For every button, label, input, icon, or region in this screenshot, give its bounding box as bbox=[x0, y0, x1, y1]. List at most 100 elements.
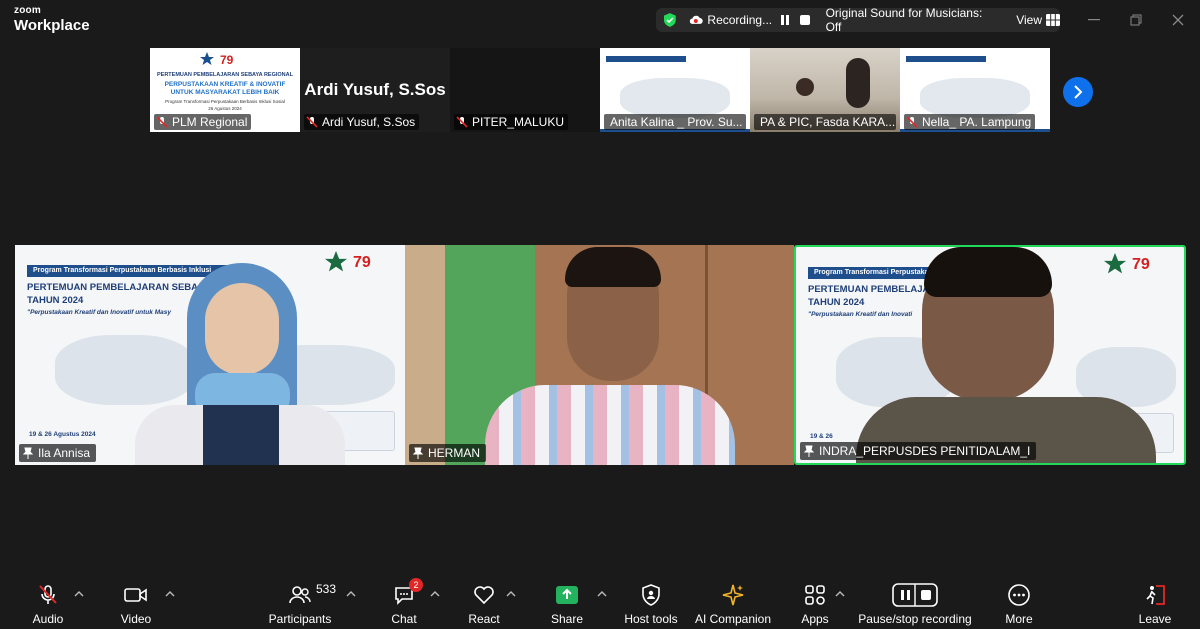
strip-tile-ardi-yusuf[interactable]: Ardi Yusuf, S.Sos Ardi Yusuf, S.Sos bbox=[300, 48, 450, 132]
participant-name-tag: Anita Kalina _ Prov. Su... bbox=[604, 114, 746, 130]
pause-stop-recording-label: Pause/stop recording bbox=[858, 612, 972, 626]
app-brand: zoom Workplace bbox=[14, 5, 90, 34]
pause-stop-recording-button[interactable]: Pause/stop recording bbox=[850, 582, 980, 626]
participants-options-chevron-icon[interactable] bbox=[346, 590, 356, 598]
pin-icon bbox=[413, 447, 423, 459]
leave-label: Leave bbox=[1138, 612, 1172, 626]
person-hair bbox=[924, 247, 1052, 297]
react-button[interactable]: React bbox=[439, 582, 529, 626]
participant-name: Ila Annisa bbox=[38, 446, 91, 460]
zoom-window: zoom Workplace Recording... Original Sou… bbox=[0, 0, 1200, 629]
star-logo-icon bbox=[1104, 253, 1126, 274]
video-button[interactable]: Video bbox=[91, 582, 181, 626]
participant-name: HERMAN bbox=[428, 446, 481, 460]
slide-preview-map bbox=[620, 78, 730, 118]
pin-icon bbox=[804, 445, 814, 457]
participant-name-tag: HERMAN bbox=[409, 444, 487, 462]
person-shirt bbox=[203, 405, 279, 465]
star-logo-icon bbox=[325, 251, 347, 272]
host-tools-label: Host tools bbox=[624, 612, 678, 626]
leave-button[interactable]: Leave bbox=[1110, 582, 1200, 626]
strip-tile-piter-maluku[interactable]: PITER_MALUKU bbox=[450, 48, 600, 132]
next-page-arrow-icon[interactable] bbox=[1063, 77, 1093, 107]
participant-name: Anita Kalina _ Prov. Su... bbox=[610, 115, 743, 129]
slide-subtitle: "Perpustakaan Kreatif dan Inovatif untuk… bbox=[27, 309, 171, 316]
participant-name: PLM Regional bbox=[172, 115, 248, 129]
video-tile-indra-active-speaker[interactable]: Program Transformasi Perpustaka PERTEMUA… bbox=[794, 245, 1186, 465]
slide-date: 19 & 26 Agustus 2024 bbox=[29, 431, 96, 438]
apps-icon bbox=[805, 585, 825, 605]
restore-icon[interactable] bbox=[1126, 10, 1146, 30]
muted-mic-icon bbox=[906, 116, 918, 128]
chat-unread-badge: 2 bbox=[409, 578, 423, 592]
slide-title-line-2: TAHUN 2024 bbox=[808, 297, 865, 308]
participant-name-tag: Ardi Yusuf, S.Sos bbox=[304, 114, 420, 130]
audio-button[interactable]: Audio bbox=[3, 582, 93, 626]
react-options-chevron-icon[interactable] bbox=[506, 590, 516, 598]
chat-button[interactable]: 2 Chat bbox=[359, 578, 449, 626]
pause-stop-recording-icon bbox=[892, 583, 938, 607]
slide-date: 19 & 26 bbox=[810, 433, 833, 440]
apps-button[interactable]: Apps bbox=[770, 582, 860, 626]
apps-label: Apps bbox=[801, 612, 829, 626]
more-label: More bbox=[1005, 612, 1033, 626]
participant-display-name: Ardi Yusuf, S.Sos bbox=[304, 80, 446, 99]
person-face bbox=[205, 283, 279, 375]
strip-tile-plm-regional[interactable]: 79 PERTEMUAN PEMBELAJARAN SEBAYA REGIONA… bbox=[150, 48, 300, 132]
video-label: Video bbox=[120, 612, 152, 626]
leave-door-icon bbox=[1146, 585, 1165, 605]
audio-label: Audio bbox=[32, 612, 64, 626]
participants-icon bbox=[289, 586, 311, 604]
brand-workplace: Workplace bbox=[14, 17, 90, 34]
strip-tile-nella[interactable]: Nella_ PA. Lampung bbox=[900, 48, 1050, 132]
participant-name: INDRA_PERPUSDES PENITIDALAM_I bbox=[819, 444, 1031, 458]
close-icon[interactable] bbox=[1168, 10, 1188, 30]
participant-strip: 79 PERTEMUAN PEMBELAJARAN SEBAYA REGIONA… bbox=[150, 48, 1050, 132]
participant-name-tag: PA & PIC, Fasda KARA... bbox=[754, 114, 896, 130]
original-sound-toggle[interactable]: Original Sound for Musicians: Off bbox=[826, 6, 999, 34]
host-tools-button[interactable]: Host tools bbox=[606, 582, 696, 626]
grid-view-icon bbox=[1045, 14, 1060, 26]
svg-text:79: 79 bbox=[220, 53, 234, 66]
slide-preview-band bbox=[606, 56, 686, 62]
person-shirt-plaid bbox=[485, 385, 735, 465]
view-menu-button[interactable]: View bbox=[1016, 13, 1060, 27]
video-tile-ila-annisa[interactable]: Program Transformasi Perpustakaan Berbas… bbox=[15, 245, 405, 465]
gallery-view: Program Transformasi Perpustakaan Berbas… bbox=[15, 245, 1186, 465]
ai-companion-label: AI Companion bbox=[694, 612, 772, 626]
minimize-icon[interactable] bbox=[1084, 10, 1104, 30]
strip-tile-pa-pic[interactable]: PA & PIC, Fasda KARA... bbox=[750, 48, 900, 132]
ai-companion-button[interactable]: AI Companion bbox=[688, 582, 778, 626]
brand-zoom: zoom bbox=[14, 5, 41, 16]
svg-text:79: 79 bbox=[353, 254, 371, 271]
participant-name: PITER_MALUKU bbox=[472, 115, 565, 129]
title-bar: zoom Workplace Recording... Original Sou… bbox=[0, 0, 1200, 40]
share-button[interactable]: Share bbox=[522, 582, 612, 626]
strip-tile-anita-kalina[interactable]: Anita Kalina _ Prov. Su... bbox=[600, 48, 750, 132]
participant-name: Nella_ PA. Lampung bbox=[922, 115, 1032, 129]
video-camera-icon bbox=[124, 588, 147, 602]
slide-title-line-1: PERTEMUAN PEMBELAJARAN SEBA bbox=[27, 282, 199, 293]
react-label: React bbox=[468, 612, 500, 626]
star-logo-icon bbox=[200, 52, 214, 65]
slide-preview-band bbox=[906, 56, 986, 62]
apps-options-chevron-icon[interactable] bbox=[835, 590, 845, 598]
chat-label: Chat bbox=[391, 612, 417, 626]
encryption-shield-icon[interactable] bbox=[662, 12, 678, 28]
meeting-toolbar: Audio Video Participants 533 2 Chat Reac… bbox=[0, 576, 1200, 629]
video-tile-herman[interactable]: HERMAN bbox=[405, 245, 794, 465]
stop-recording-icon[interactable] bbox=[798, 13, 812, 27]
svg-text:79: 79 bbox=[1132, 256, 1150, 273]
pause-recording-icon[interactable] bbox=[778, 13, 792, 27]
slide-preview-map bbox=[920, 78, 1030, 118]
more-button[interactable]: More bbox=[974, 582, 1064, 626]
participant-name: PA & PIC, Fasda KARA... bbox=[760, 115, 896, 129]
video-person-silhouette-2 bbox=[846, 58, 870, 108]
strip-slide-line-1: PERTEMUAN PEMBELAJARAN SEBAYA REGIONAL bbox=[157, 72, 293, 78]
participant-name-tag: PLM Regional bbox=[154, 114, 252, 130]
video-options-chevron-icon[interactable] bbox=[165, 590, 175, 598]
audio-options-chevron-icon[interactable] bbox=[74, 590, 84, 598]
share-label: Share bbox=[550, 612, 584, 626]
muted-mic-icon bbox=[156, 116, 168, 128]
participants-count: 533 bbox=[316, 582, 337, 596]
